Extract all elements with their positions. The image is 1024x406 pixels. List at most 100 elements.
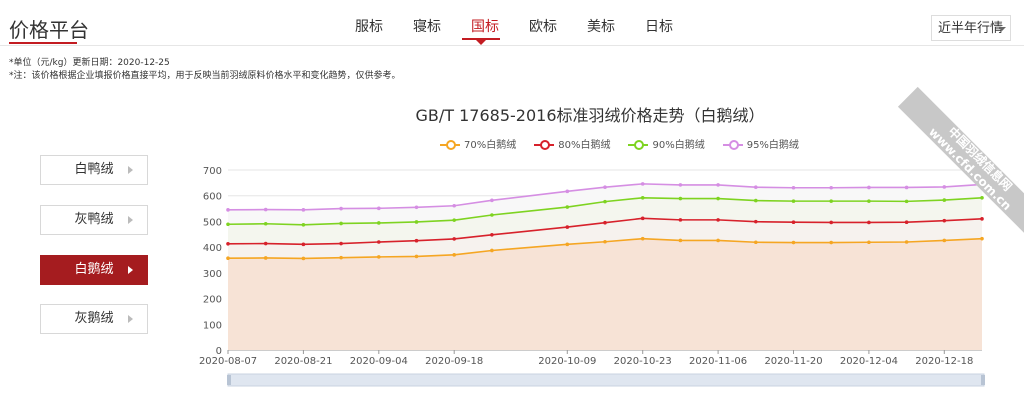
data-point	[904, 240, 909, 244]
data-point	[565, 205, 570, 209]
x-tick-label: 2020-10-09	[538, 356, 596, 367]
data-point	[640, 216, 645, 221]
y-tick-label: 500	[203, 217, 222, 228]
data-point	[942, 238, 947, 243]
x-tick-label: 2020-08-07	[199, 356, 257, 367]
y-tick-label: 400	[203, 243, 222, 254]
data-point	[339, 255, 343, 260]
data-point	[791, 240, 796, 245]
data-point	[754, 240, 758, 245]
data-point	[716, 218, 720, 222]
data-point	[339, 241, 343, 246]
data-point	[942, 185, 947, 189]
x-tick-label: 2020-12-04	[840, 356, 898, 367]
data-point	[829, 240, 833, 245]
data-point	[452, 218, 457, 222]
data-point	[603, 220, 607, 225]
data-point	[226, 208, 230, 212]
data-point	[640, 236, 645, 241]
data-point	[301, 208, 306, 212]
data-point	[263, 207, 268, 212]
data-point	[414, 205, 419, 210]
data-point	[301, 256, 306, 261]
data-point	[980, 195, 984, 200]
data-point	[754, 185, 758, 190]
x-tick-label: 2020-11-06	[689, 356, 747, 367]
x-tick-label: 2020-11-20	[764, 356, 822, 367]
data-point	[452, 237, 457, 241]
data-point	[565, 242, 570, 247]
data-point	[377, 221, 381, 225]
data-point	[980, 217, 984, 221]
data-point	[414, 238, 419, 243]
data-point	[301, 222, 306, 227]
data-point	[829, 220, 833, 225]
data-point	[452, 253, 457, 257]
zoom-slider-track	[227, 373, 985, 387]
data-point	[640, 195, 645, 200]
data-point	[414, 220, 419, 224]
data-point	[565, 225, 570, 229]
data-point	[904, 185, 909, 190]
data-point	[263, 221, 268, 226]
zoom-handle-right	[981, 375, 985, 385]
data-point	[942, 218, 947, 223]
data-point	[678, 218, 683, 222]
data-point	[867, 220, 871, 225]
data-point	[603, 239, 607, 244]
data-point	[829, 199, 833, 203]
data-point	[226, 222, 230, 227]
data-point	[226, 242, 230, 246]
data-point	[754, 219, 758, 224]
data-point	[716, 196, 720, 201]
y-tick-label: 600	[203, 192, 222, 203]
data-point	[603, 185, 607, 190]
x-tick-label: 2020-09-04	[350, 356, 408, 367]
data-point	[791, 185, 796, 190]
data-point	[263, 256, 268, 260]
data-point	[904, 220, 909, 224]
data-point	[377, 255, 381, 259]
data-point	[980, 236, 984, 241]
zoom-handle-left	[227, 375, 231, 385]
data-point	[301, 242, 306, 247]
data-point	[339, 221, 343, 226]
data-point	[716, 183, 720, 187]
data-point	[678, 196, 683, 201]
data-point	[452, 203, 457, 208]
data-point	[754, 198, 758, 203]
data-point	[829, 185, 833, 190]
data-point	[377, 206, 381, 211]
data-point	[603, 199, 607, 204]
x-tick-label: 2020-08-21	[274, 356, 332, 367]
data-point	[791, 220, 796, 224]
data-point	[263, 241, 268, 246]
data-point	[414, 254, 419, 259]
data-point	[565, 189, 570, 194]
data-point	[490, 213, 494, 217]
data-point	[716, 238, 720, 243]
y-tick-label: 300	[203, 269, 222, 280]
data-point	[377, 240, 381, 244]
data-point	[867, 185, 871, 190]
x-tick-label: 2020-09-18	[425, 356, 483, 367]
price-chart: 01002003004005006007002020-08-07 2020-08-…	[199, 166, 985, 387]
y-tick-label: 700	[203, 166, 222, 177]
data-point	[490, 248, 494, 253]
data-point	[490, 198, 494, 203]
data-point	[904, 199, 909, 204]
data-point	[490, 233, 494, 237]
data-point	[867, 240, 871, 245]
data-point	[678, 238, 683, 243]
data-point	[678, 183, 683, 187]
data-point	[867, 199, 871, 203]
data-point	[791, 199, 796, 203]
data-point	[942, 198, 947, 202]
x-tick-label: 2020-12-18	[915, 356, 973, 367]
y-tick-label: 200	[203, 295, 222, 306]
y-tick-label: 100	[203, 320, 222, 331]
x-tick-label: 2020-10-23	[614, 356, 672, 367]
data-point	[226, 256, 230, 261]
data-point	[640, 182, 645, 186]
data-point	[339, 206, 343, 211]
